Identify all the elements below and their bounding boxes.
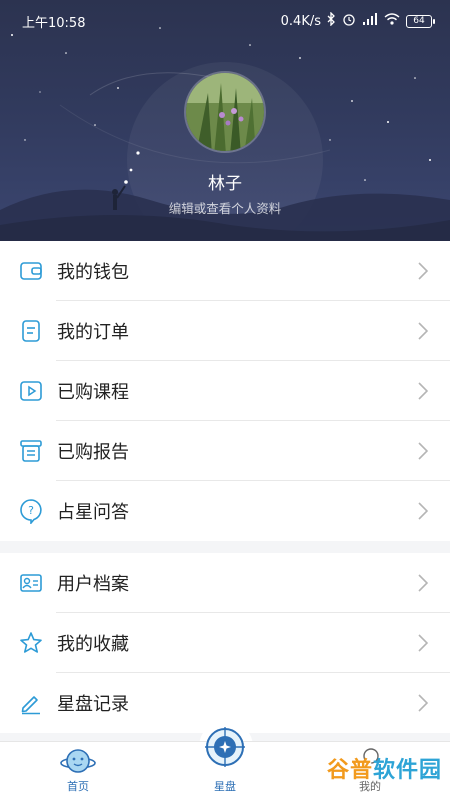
menu-label: 星盘记录 bbox=[57, 694, 129, 715]
menu-item-orders[interactable]: 我的订单 bbox=[0, 301, 450, 361]
signal-icon bbox=[362, 12, 378, 30]
tab-label: 星盘 bbox=[214, 780, 236, 793]
menu-item-courses[interactable]: 已购课程 bbox=[0, 361, 450, 421]
menu-item-user-profiles[interactable]: 用户档案 bbox=[0, 553, 450, 613]
chevron-right-icon bbox=[418, 634, 429, 656]
status-time: 上午10:58 bbox=[22, 16, 86, 31]
profile-header: 上午10:58 0.4K/s 64 林子 编辑或查看个人资料 bbox=[0, 0, 450, 241]
battery-icon: 64 bbox=[406, 14, 435, 28]
chevron-right-icon bbox=[418, 442, 429, 464]
question-icon: ? bbox=[18, 498, 44, 524]
menu-label: 我的收藏 bbox=[57, 634, 129, 655]
menu-item-favorites[interactable]: 我的收藏 bbox=[0, 613, 450, 673]
planet-face-icon bbox=[60, 747, 96, 781]
wifi-icon bbox=[384, 13, 400, 29]
edit-profile-link[interactable]: 编辑或查看个人资料 bbox=[0, 198, 450, 217]
menu-label: 用户档案 bbox=[57, 574, 129, 595]
report-icon bbox=[18, 438, 44, 464]
star-chart-icon bbox=[204, 726, 246, 772]
tab-label: 首页 bbox=[67, 780, 89, 793]
alarm-icon bbox=[342, 12, 356, 30]
network-speed: 0.4K/s bbox=[280, 13, 321, 29]
menu-label: 我的订单 bbox=[57, 322, 129, 343]
status-bar: 上午10:58 0.4K/s 64 bbox=[0, 0, 450, 40]
profile-card-icon bbox=[18, 570, 44, 596]
chevron-right-icon bbox=[418, 502, 429, 524]
chevron-right-icon bbox=[418, 382, 429, 404]
menu-label: 我的钱包 bbox=[57, 262, 129, 283]
menu-group-records: 用户档案 我的收藏 星盘记录 bbox=[0, 553, 450, 733]
star-icon bbox=[18, 630, 44, 656]
username: 林子 bbox=[208, 174, 242, 194]
menu-group-account: 我的钱包 我的订单 已购课程 已购报告 ? 占星问答 bbox=[0, 241, 450, 541]
chevron-right-icon bbox=[418, 694, 429, 716]
chevron-right-icon bbox=[418, 574, 429, 596]
svg-text:?: ? bbox=[28, 504, 34, 517]
site-watermark: 谷普软件园 bbox=[326, 758, 442, 783]
tab-home[interactable]: 首页 bbox=[33, 742, 123, 800]
wallet-icon bbox=[18, 258, 44, 284]
bluetooth-icon bbox=[327, 11, 336, 30]
order-icon bbox=[18, 318, 44, 344]
menu-item-wallet[interactable]: 我的钱包 bbox=[0, 241, 450, 301]
tab-star-chart[interactable]: 星盘 bbox=[180, 727, 270, 800]
avatar[interactable] bbox=[184, 71, 266, 153]
menu-label: 占星问答 bbox=[57, 502, 129, 523]
menu-label: 已购报告 bbox=[57, 442, 129, 463]
chevron-right-icon bbox=[418, 262, 429, 284]
pencil-icon bbox=[18, 690, 44, 716]
course-icon bbox=[18, 378, 44, 404]
menu-item-astrology-qa[interactable]: ? 占星问答 bbox=[0, 481, 450, 541]
menu-label: 已购课程 bbox=[57, 382, 129, 403]
chevron-right-icon bbox=[418, 322, 429, 344]
menu-item-reports[interactable]: 已购报告 bbox=[0, 421, 450, 481]
